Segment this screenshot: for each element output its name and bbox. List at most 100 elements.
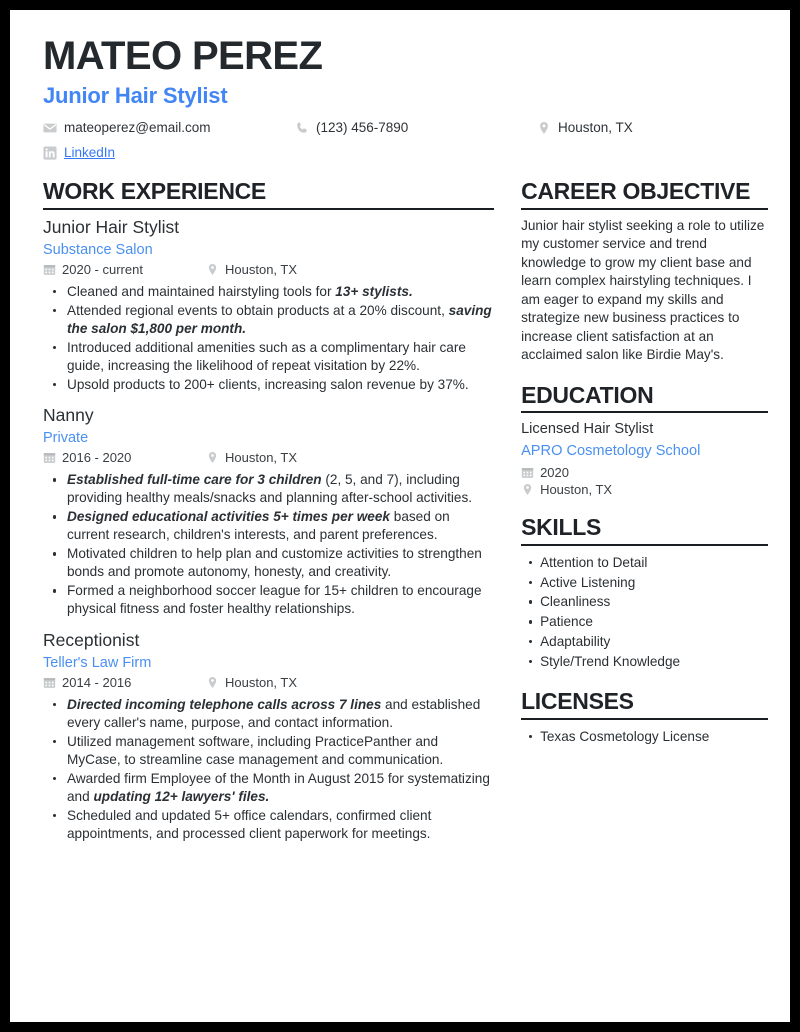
- skill-item: Attention to Detail: [529, 553, 768, 573]
- job-company: Teller's Law Firm: [43, 654, 152, 671]
- right-column: CAREER OBJECTIVE Junior hair stylist see…: [501, 178, 768, 746]
- bullet-highlight: Directed incoming telephone calls across…: [67, 696, 382, 712]
- skill-item: Active Listening: [529, 573, 768, 593]
- section-education: EDUCATION Licensed Hair Stylist APRO Cos…: [521, 381, 768, 497]
- contact-phone[interactable]: (123) 456-7890: [295, 120, 408, 135]
- linkedin-link[interactable]: LinkedIn: [64, 145, 115, 160]
- page-title: MATEO PEREZ: [43, 34, 323, 78]
- bullet-text: Attended regional events to obtain produ…: [67, 302, 449, 318]
- map-pin-icon: [206, 451, 219, 464]
- education-location: Houston, TX: [540, 482, 613, 498]
- bullet-text: Scheduled and updated 5+ office calendar…: [67, 807, 432, 841]
- section-divider: [521, 544, 768, 547]
- job-dates: 2016 - 2020: [43, 450, 131, 465]
- license-item: Texas Cosmetology License: [529, 727, 768, 747]
- job-dates-text: 2020 - current: [62, 261, 143, 277]
- career-objective-text: Junior hair stylist seeking a role to ut…: [521, 217, 765, 363]
- job-bullet: Established full-time care for 3 childre…: [52, 471, 494, 507]
- bullet-highlight: updating 12+ lawyers' files.: [93, 788, 270, 804]
- contact-info: mateoperez@email.com (123) 456-7890 Hous…: [43, 120, 768, 168]
- job-bullet-list: Cleaned and maintained hairstyling tools…: [43, 283, 494, 394]
- map-pin-icon: [521, 483, 534, 496]
- resume-body: WORK EXPERIENCE Junior Hair Stylist Subst…: [33, 178, 768, 843]
- job-location: Houston, TX: [206, 450, 297, 465]
- envelope-icon: [43, 121, 57, 135]
- bullet-highlight: 13+ stylists.: [335, 283, 413, 299]
- job-meta: 2016 - 2020 Houston, TX: [43, 450, 494, 469]
- job-company: Substance Salon: [43, 241, 153, 258]
- contact-linkedin[interactable]: LinkedIn: [43, 145, 115, 160]
- job-location: Houston, TX: [206, 675, 297, 690]
- skill-item: Patience: [529, 612, 768, 632]
- job-bullet: Awarded firm Employee of the Month in Au…: [52, 770, 494, 806]
- section-divider: [521, 717, 768, 720]
- education-degree: Licensed Hair Stylist: [521, 421, 654, 438]
- resume-document: MATEO PEREZ Junior Hair Stylist mateoper…: [10, 10, 790, 1022]
- skill-item: Adaptability: [529, 632, 768, 652]
- job-meta: 2020 - current Houston, TX: [43, 262, 494, 281]
- job-bullet: Cleaned and maintained hairstyling tools…: [52, 283, 494, 301]
- contact-email[interactable]: mateoperez@email.com: [43, 120, 211, 135]
- calendar-icon: [43, 451, 56, 464]
- bullet-text: Motivated children to help plan and cust…: [67, 546, 482, 580]
- job-dates: 2020 - current: [43, 262, 143, 277]
- job-dates: 2014 - 2016: [43, 675, 131, 690]
- job-bullet: Designed educational activities 5+ times…: [52, 508, 494, 544]
- job-title: Nanny: [43, 405, 94, 426]
- education-location-row: Houston, TX: [521, 482, 768, 497]
- job-location-text: Houston, TX: [225, 450, 298, 466]
- job-company: Private: [43, 430, 89, 447]
- bullet-text: Upsold products to 200+ clients, increas…: [67, 376, 469, 392]
- skill-item: Cleanliness: [529, 592, 768, 612]
- section-divider: [521, 411, 768, 414]
- resume-page: MATEO PEREZ Junior Hair Stylist mateoper…: [10, 10, 790, 1022]
- map-pin-icon: [206, 263, 219, 276]
- bullet-highlight: Designed educational activities 5+ times…: [67, 509, 390, 525]
- licenses-list: Texas Cosmetology License: [521, 727, 768, 747]
- calendar-icon: [521, 466, 534, 479]
- skill-item: Style/Trend Knowledge: [529, 652, 768, 672]
- job-bullet: Directed incoming telephone calls across…: [52, 696, 494, 732]
- job-location-text: Houston, TX: [225, 674, 298, 690]
- job-dates-text: 2014 - 2016: [62, 674, 132, 690]
- bullet-text: Cleaned and maintained hairstyling tools…: [67, 283, 336, 299]
- left-column: WORK EXPERIENCE Junior Hair Stylist Subst…: [33, 178, 501, 843]
- phone-icon: [295, 121, 309, 135]
- job-dates-text: 2016 - 2020: [62, 450, 132, 466]
- job-bullet: Scheduled and updated 5+ office calendar…: [52, 807, 494, 843]
- job-entry: Receptionist Teller's Law Firm 2014 - 2016…: [43, 630, 494, 843]
- section-licenses: LICENSES Texas Cosmetology License: [521, 688, 768, 746]
- job-entry: Junior Hair Stylist Substance Salon 2020 -…: [43, 217, 494, 394]
- job-location-text: Houston, TX: [225, 261, 298, 277]
- map-pin-icon: [537, 121, 551, 135]
- job-bullet: Attended regional events to obtain produ…: [52, 302, 494, 338]
- job-bullet: Motivated children to help plan and cust…: [52, 545, 494, 581]
- job-bullet: Upsold products to 200+ clients, increas…: [52, 376, 494, 394]
- job-bullet: Introduced additional amenities such as …: [52, 339, 494, 375]
- job-list: Junior Hair Stylist Substance Salon 2020 -…: [43, 217, 494, 843]
- section-divider: [43, 207, 495, 210]
- section-divider: [521, 207, 768, 210]
- contact-location: Houston, TX: [537, 120, 633, 135]
- contact-phone-text: (123) 456-7890: [316, 120, 409, 136]
- resume-header: MATEO PEREZ Junior Hair Stylist mateoper…: [33, 36, 768, 168]
- calendar-icon: [43, 263, 56, 276]
- education-year: 2020: [540, 465, 569, 481]
- job-bullet-list: Established full-time care for 3 childre…: [43, 471, 494, 618]
- contact-email-text: mateoperez@email.com: [64, 120, 211, 136]
- contact-location-text: Houston, TX: [558, 120, 633, 136]
- bullet-text: Utilized management software, including …: [67, 733, 444, 767]
- section-skills: SKILLS Attention to Detail Active Listeni…: [521, 514, 768, 671]
- job-location: Houston, TX: [206, 262, 297, 277]
- bullet-text: Introduced additional amenities such as …: [67, 339, 466, 373]
- job-bullet-list: Directed incoming telephone calls across…: [43, 696, 494, 843]
- education-school: APRO Cosmetology School: [521, 443, 701, 460]
- section-career-objective: CAREER OBJECTIVE Junior hair stylist see…: [521, 178, 768, 365]
- skills-list: Attention to Detail Active Listening Clean…: [521, 553, 768, 671]
- map-pin-icon: [206, 676, 219, 689]
- section-work-experience: WORK EXPERIENCE Junior Hair Stylist Subst…: [43, 178, 495, 843]
- job-bullet: Formed a neighborhood soccer league for …: [52, 582, 494, 618]
- job-bullet: Utilized management software, including …: [52, 733, 494, 769]
- section-title-education: EDUCATION: [521, 381, 654, 408]
- job-title: Receptionist: [43, 629, 140, 650]
